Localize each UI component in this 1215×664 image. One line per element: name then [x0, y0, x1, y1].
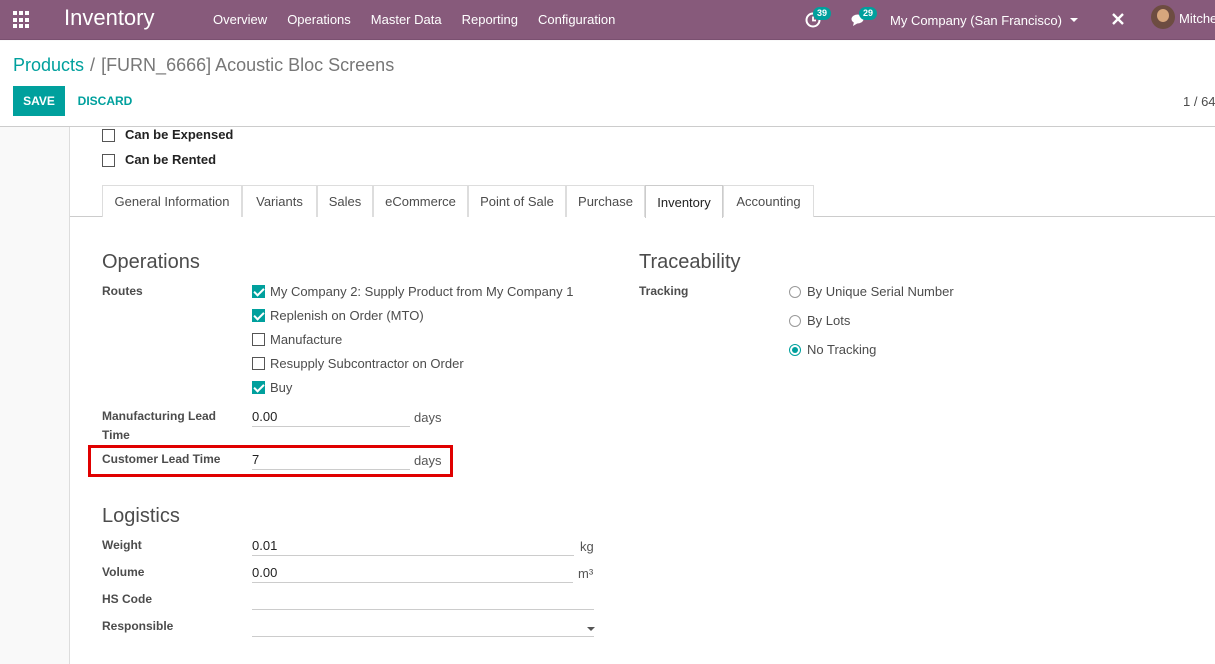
notebook-tabs: General Information Variants Sales eComm…	[70, 185, 1215, 218]
top-navbar: Inventory Overview Operations Master Dat…	[0, 0, 1215, 40]
breadcrumb-separator: /	[90, 55, 96, 75]
tab-general-information[interactable]: General Information	[102, 185, 242, 217]
route-buy-label: Buy	[270, 380, 293, 395]
manufacturing-lead-time-label: Manufacturing Lead Time	[102, 409, 217, 442]
hs-code-input[interactable]	[252, 590, 594, 610]
routes-label: Routes	[102, 284, 143, 298]
tracking-label: Tracking	[639, 284, 689, 298]
route-manufacture-label: Manufacture	[270, 332, 343, 347]
messages-button[interactable]: 29	[841, 0, 878, 40]
menu-reporting[interactable]: Reporting	[452, 0, 528, 40]
tracking-lots-label: By Lots	[807, 313, 851, 328]
control-panel: Products / [FURN_6666] Acoustic Bloc Scree…	[0, 41, 1215, 127]
tab-ecommerce[interactable]: eCommerce	[373, 185, 468, 217]
responsible-label: Responsible	[102, 619, 174, 633]
manufacturing-lead-time-unit: days	[414, 410, 442, 425]
manufacturing-lead-time-input[interactable]	[252, 407, 410, 427]
tracking-none-label: No Tracking	[807, 342, 877, 357]
tab-accounting[interactable]: Accounting	[723, 185, 814, 217]
breadcrumb-current: [FURN_6666] Acoustic Bloc Screens	[101, 55, 395, 75]
tracking-serial-radio[interactable]	[789, 286, 801, 298]
tab-variants[interactable]: Variants	[242, 185, 317, 217]
message-count-badge: 29	[859, 7, 878, 20]
breadcrumb: Products / [FURN_6666] Acoustic Bloc Scree…	[13, 54, 394, 76]
close-tools-icon[interactable]	[1109, 10, 1127, 28]
menu-operations[interactable]: Operations	[277, 0, 361, 40]
responsible-select[interactable]	[252, 617, 594, 637]
weight-label: Weight	[102, 538, 142, 552]
tracking-none-radio[interactable]	[789, 344, 801, 356]
chevron-down-icon	[1069, 18, 1078, 22]
volume-unit: m³	[578, 566, 594, 581]
avatar[interactable]	[1151, 5, 1175, 29]
breadcrumb-products-link[interactable]: Products	[13, 55, 84, 75]
form-sheet: Can be Expensed Can be Rented General In…	[69, 127, 1215, 664]
app-title[interactable]: Inventory	[64, 5, 155, 31]
weight-unit: kg	[580, 539, 594, 554]
route-resupply-subcontractor-label: Resupply Subcontractor on Order	[270, 356, 464, 371]
hs-code-label: HS Code	[102, 592, 153, 606]
route-manufacture-checkbox[interactable]	[252, 333, 265, 346]
customer-lead-time-label: Customer Lead Time	[102, 452, 221, 466]
route-mto-checkbox[interactable]	[252, 309, 265, 322]
route-mto-label: Replenish on Order (MTO)	[270, 308, 424, 323]
can-be-rented-checkbox[interactable]	[102, 154, 115, 167]
volume-input[interactable]	[252, 563, 573, 583]
menu-overview[interactable]: Overview	[203, 0, 277, 40]
route-resupply-subcontractor-checkbox[interactable]	[252, 357, 265, 370]
tab-point-of-sale[interactable]: Point of Sale	[468, 185, 566, 217]
company-name: My Company (San Francisco)	[890, 12, 1062, 28]
customer-lead-time-unit: days	[414, 453, 442, 468]
can-be-expensed-label: Can be Expensed	[125, 127, 234, 142]
save-button[interactable]: SAVE	[13, 86, 65, 116]
activity-count-badge: 39	[813, 7, 832, 20]
tab-inventory[interactable]: Inventory	[645, 185, 723, 218]
pager[interactable]: 1 / 64	[1183, 94, 1215, 109]
traceability-title: Traceability	[639, 251, 741, 273]
can-be-rented-label: Can be Rented	[125, 152, 217, 167]
volume-label: Volume	[102, 565, 145, 579]
tab-purchase[interactable]: Purchase	[566, 185, 645, 217]
customer-lead-time-input[interactable]	[252, 450, 410, 470]
discard-button[interactable]: DISCARD	[70, 86, 140, 116]
route-supply-company-checkbox[interactable]	[252, 285, 265, 298]
can-be-expensed-checkbox[interactable]	[102, 129, 115, 142]
apps-grid-icon[interactable]	[13, 11, 31, 29]
tracking-lots-radio[interactable]	[789, 315, 801, 327]
activity-button[interactable]: 39	[795, 0, 832, 40]
route-supply-company-label: My Company 2: Supply Product from My Com…	[270, 284, 574, 299]
systray: 39 29 My Company (San Francisco)	[795, 0, 1078, 40]
logistics-title: Logistics	[102, 505, 180, 527]
company-switcher[interactable]: My Company (San Francisco)	[890, 13, 1078, 28]
weight-input[interactable]	[252, 536, 574, 556]
chevron-down-icon	[587, 627, 595, 631]
tab-sales[interactable]: Sales	[317, 185, 373, 217]
operations-title: Operations	[102, 251, 200, 273]
route-buy-checkbox[interactable]	[252, 381, 265, 394]
menu-master-data[interactable]: Master Data	[361, 0, 452, 40]
user-name[interactable]: Mitche	[1179, 11, 1215, 26]
menu-configuration[interactable]: Configuration	[528, 0, 625, 40]
main-menu: Overview Operations Master Data Reportin…	[203, 0, 625, 40]
tracking-serial-label: By Unique Serial Number	[807, 284, 954, 299]
